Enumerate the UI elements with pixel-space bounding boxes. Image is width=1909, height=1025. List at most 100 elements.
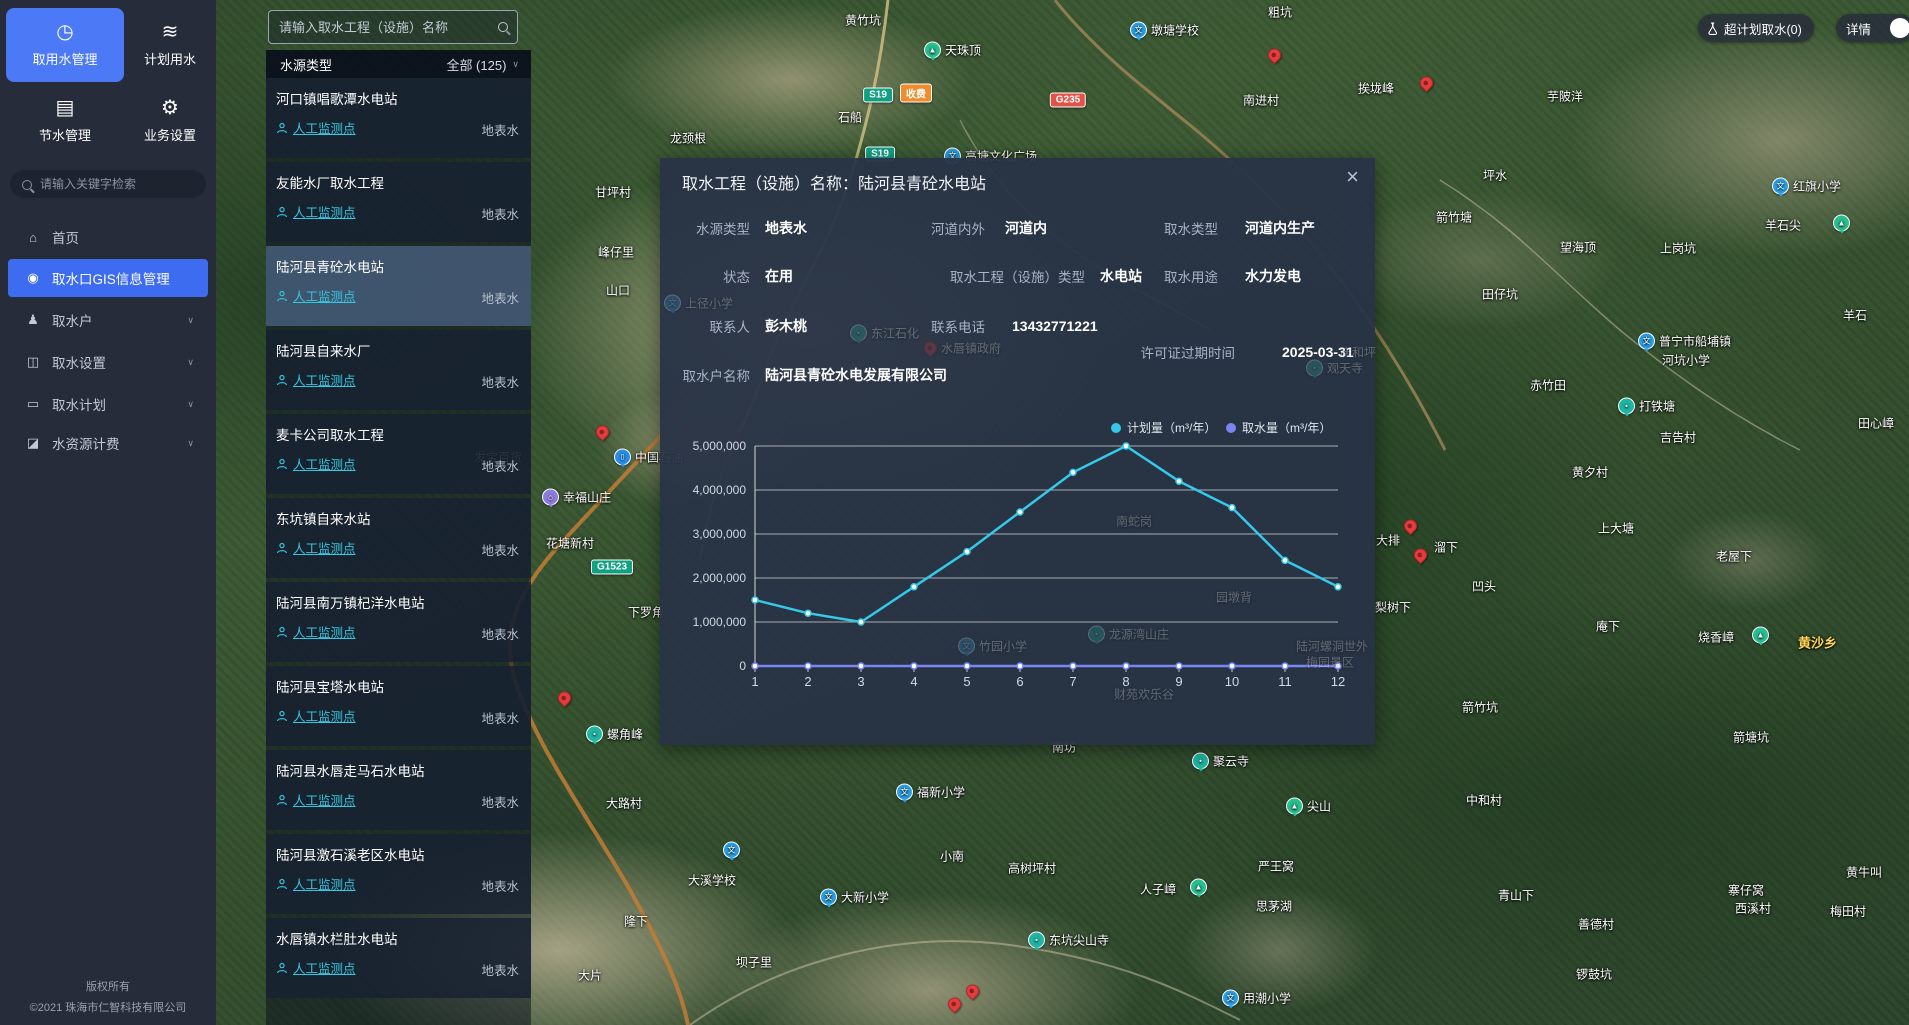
app-tile-2[interactable]: ▤ 节水管理: [6, 84, 124, 158]
monitor-type-link[interactable]: 人工监测点: [276, 118, 356, 137]
monitor-type-link[interactable]: 人工监测点: [276, 370, 356, 389]
app-tile-0[interactable]: ◷ 取用水管理: [6, 8, 124, 82]
map-label[interactable]: •东坑尖山寺: [1028, 932, 1109, 949]
monitor-type-link[interactable]: 人工监测点: [276, 538, 356, 557]
over-plan-button[interactable]: 超计划取水(0): [1698, 14, 1814, 42]
sidebar-item-3[interactable]: ◫ 取水设置 ∨: [8, 343, 208, 381]
map-label[interactable]: [1268, 49, 1281, 62]
school-pin-icon[interactable]: 文: [1130, 22, 1147, 39]
mount-pin-icon[interactable]: ▲: [1752, 627, 1769, 644]
map-label[interactable]: 文用潮小学: [1222, 990, 1291, 1007]
school-pin-icon[interactable]: 文: [1222, 990, 1239, 1007]
map-label[interactable]: 文: [723, 842, 740, 859]
map-label[interactable]: [1404, 520, 1417, 533]
filter-value[interactable]: 全部 (125): [446, 55, 506, 74]
monitor-type-link[interactable]: 人工监测点: [276, 874, 356, 893]
school-pin-icon[interactable]: 文: [1772, 178, 1789, 195]
mount-pin-icon[interactable]: ▲: [1286, 798, 1303, 815]
poi-pin-icon[interactable]: •: [1192, 753, 1209, 770]
monitor-type-link[interactable]: 人工监测点: [276, 622, 356, 641]
red-pin-icon[interactable]: [593, 423, 611, 441]
station-list-item[interactable]: 陆河县激石溪老区水电站 人工监测点 地表水: [266, 834, 531, 914]
monitor-type-link[interactable]: 人工监测点: [276, 706, 356, 725]
red-pin-icon[interactable]: [963, 982, 981, 1000]
sidebar-item-1[interactable]: ◉ 取水口GIS信息管理: [8, 259, 208, 297]
map-label[interactable]: ⌂幸福山庄: [542, 489, 611, 506]
map-label: 严王窝: [1258, 858, 1294, 875]
y-tick-label: 4,000,000: [693, 483, 747, 497]
map-label-text: 严王窝: [1258, 858, 1294, 875]
station-list-item[interactable]: 陆河县水唇走马石水电站 人工监测点 地表水: [266, 750, 531, 830]
red-pin-icon[interactable]: [1401, 517, 1419, 535]
gas-pin-icon[interactable]: ▯: [614, 449, 631, 466]
person-icon: [276, 206, 288, 218]
monitor-type-link[interactable]: 人工监测点: [276, 790, 356, 809]
map-label[interactable]: [558, 692, 571, 705]
map-label[interactable]: ▲: [1752, 627, 1769, 644]
map-label[interactable]: [966, 985, 979, 998]
station-list-item[interactable]: 陆河县青砼水电站 人工监测点 地表水: [266, 246, 531, 326]
map-label[interactable]: [1414, 549, 1427, 562]
monitor-type-link[interactable]: 人工监测点: [276, 454, 356, 473]
red-pin-icon[interactable]: [1417, 74, 1435, 92]
sidebar-item-0[interactable]: ⌂ 首页: [8, 218, 208, 256]
map-label[interactable]: ▲尖山: [1286, 798, 1331, 815]
app-tile-3[interactable]: ⚙ 业务设置: [130, 84, 210, 158]
map-label[interactable]: [1420, 77, 1433, 90]
red-pin-icon[interactable]: [1265, 46, 1283, 64]
school-pin-icon[interactable]: 文: [1638, 333, 1655, 350]
mount-pin-icon[interactable]: ▲: [1190, 879, 1207, 896]
school-pin-icon[interactable]: 文: [723, 842, 740, 859]
station-list-item[interactable]: 东坑镇自来水站 人工监测点 地表水: [266, 498, 531, 578]
app-tile-1[interactable]: ≋ 计划用水: [130, 8, 210, 82]
sidebar-item-5[interactable]: ◪ 水资源计费 ∨: [8, 424, 208, 462]
legend-item[interactable]: 计划量（m³/年）: [1111, 421, 1216, 435]
toggle-knob[interactable]: [1890, 18, 1909, 38]
map-label[interactable]: ▲: [1190, 879, 1207, 896]
map-label[interactable]: ▲天珠顶: [924, 42, 981, 59]
water-source-label: 地表水: [481, 624, 519, 643]
monitor-type-link[interactable]: 人工监测点: [276, 958, 356, 977]
map-label[interactable]: 文墩塘学校: [1130, 22, 1199, 39]
poi-pin-icon[interactable]: •: [586, 726, 603, 743]
map-label[interactable]: [948, 998, 961, 1011]
school-pin-icon[interactable]: 文: [820, 889, 837, 906]
station-list-item[interactable]: 水唇镇水栏肚水电站 人工监测点 地表水: [266, 918, 531, 998]
map-label[interactable]: [596, 426, 609, 439]
mount-pin-icon[interactable]: ▲: [1833, 215, 1850, 232]
station-list-item[interactable]: 陆河县宝塔水电站 人工监测点 地表水: [266, 666, 531, 746]
map-label[interactable]: •打铁塘: [1618, 398, 1675, 415]
station-list-item[interactable]: 河口镇唱歌潭水电站 人工监测点 地表水: [266, 78, 531, 158]
x-tick-label: 3: [857, 674, 864, 689]
close-icon[interactable]: ×: [1346, 164, 1359, 190]
red-pin-icon[interactable]: [1411, 546, 1429, 564]
map-label[interactable]: 文大新小学: [820, 889, 889, 906]
red-pin-icon[interactable]: [945, 995, 963, 1013]
map-label[interactable]: •聚云寺: [1192, 753, 1249, 770]
monitor-type-link[interactable]: 人工监测点: [276, 202, 356, 221]
purple-pin-icon[interactable]: ⌂: [542, 489, 559, 506]
station-list-item[interactable]: 友能水厂取水工程 人工监测点 地表水: [266, 162, 531, 242]
map-label[interactable]: 文红旗小学: [1772, 178, 1841, 195]
mount-pin-icon[interactable]: ▲: [924, 42, 941, 59]
monitor-type-link[interactable]: 人工监测点: [276, 286, 356, 305]
detail-toggle[interactable]: 详情: [1836, 14, 1909, 42]
legend-item[interactable]: 取水量（m³/年）: [1226, 421, 1331, 435]
station-search-input[interactable]: [268, 10, 518, 44]
map-label[interactable]: 文福新小学: [896, 784, 965, 801]
sidebar-item-2[interactable]: ♟ 取水户 ∨: [8, 301, 208, 339]
map-label: 锣鼓坑: [1576, 966, 1612, 983]
station-list-item[interactable]: 麦卡公司取水工程 人工监测点 地表水: [266, 414, 531, 494]
poi-pin-icon[interactable]: •: [1028, 932, 1045, 949]
map-label[interactable]: 文普宁市船埔镇: [1638, 333, 1731, 350]
sidebar-search-input[interactable]: [10, 170, 206, 198]
red-pin-icon[interactable]: [555, 689, 573, 707]
map-label[interactable]: •螺角峰: [586, 726, 643, 743]
station-list-item[interactable]: 陆河县南万镇杞洋水电站 人工监测点 地表水: [266, 582, 531, 662]
map-label[interactable]: ▲: [1833, 215, 1850, 232]
station-filter-bar[interactable]: 水源类型 全部 (125) ∨: [266, 50, 531, 78]
sidebar-item-4[interactable]: ▭ 取水计划 ∨: [8, 385, 208, 423]
station-list-item[interactable]: 陆河县自来水厂 人工监测点 地表水: [266, 330, 531, 410]
school-pin-icon[interactable]: 文: [896, 784, 913, 801]
poi-pin-icon[interactable]: •: [1618, 398, 1635, 415]
